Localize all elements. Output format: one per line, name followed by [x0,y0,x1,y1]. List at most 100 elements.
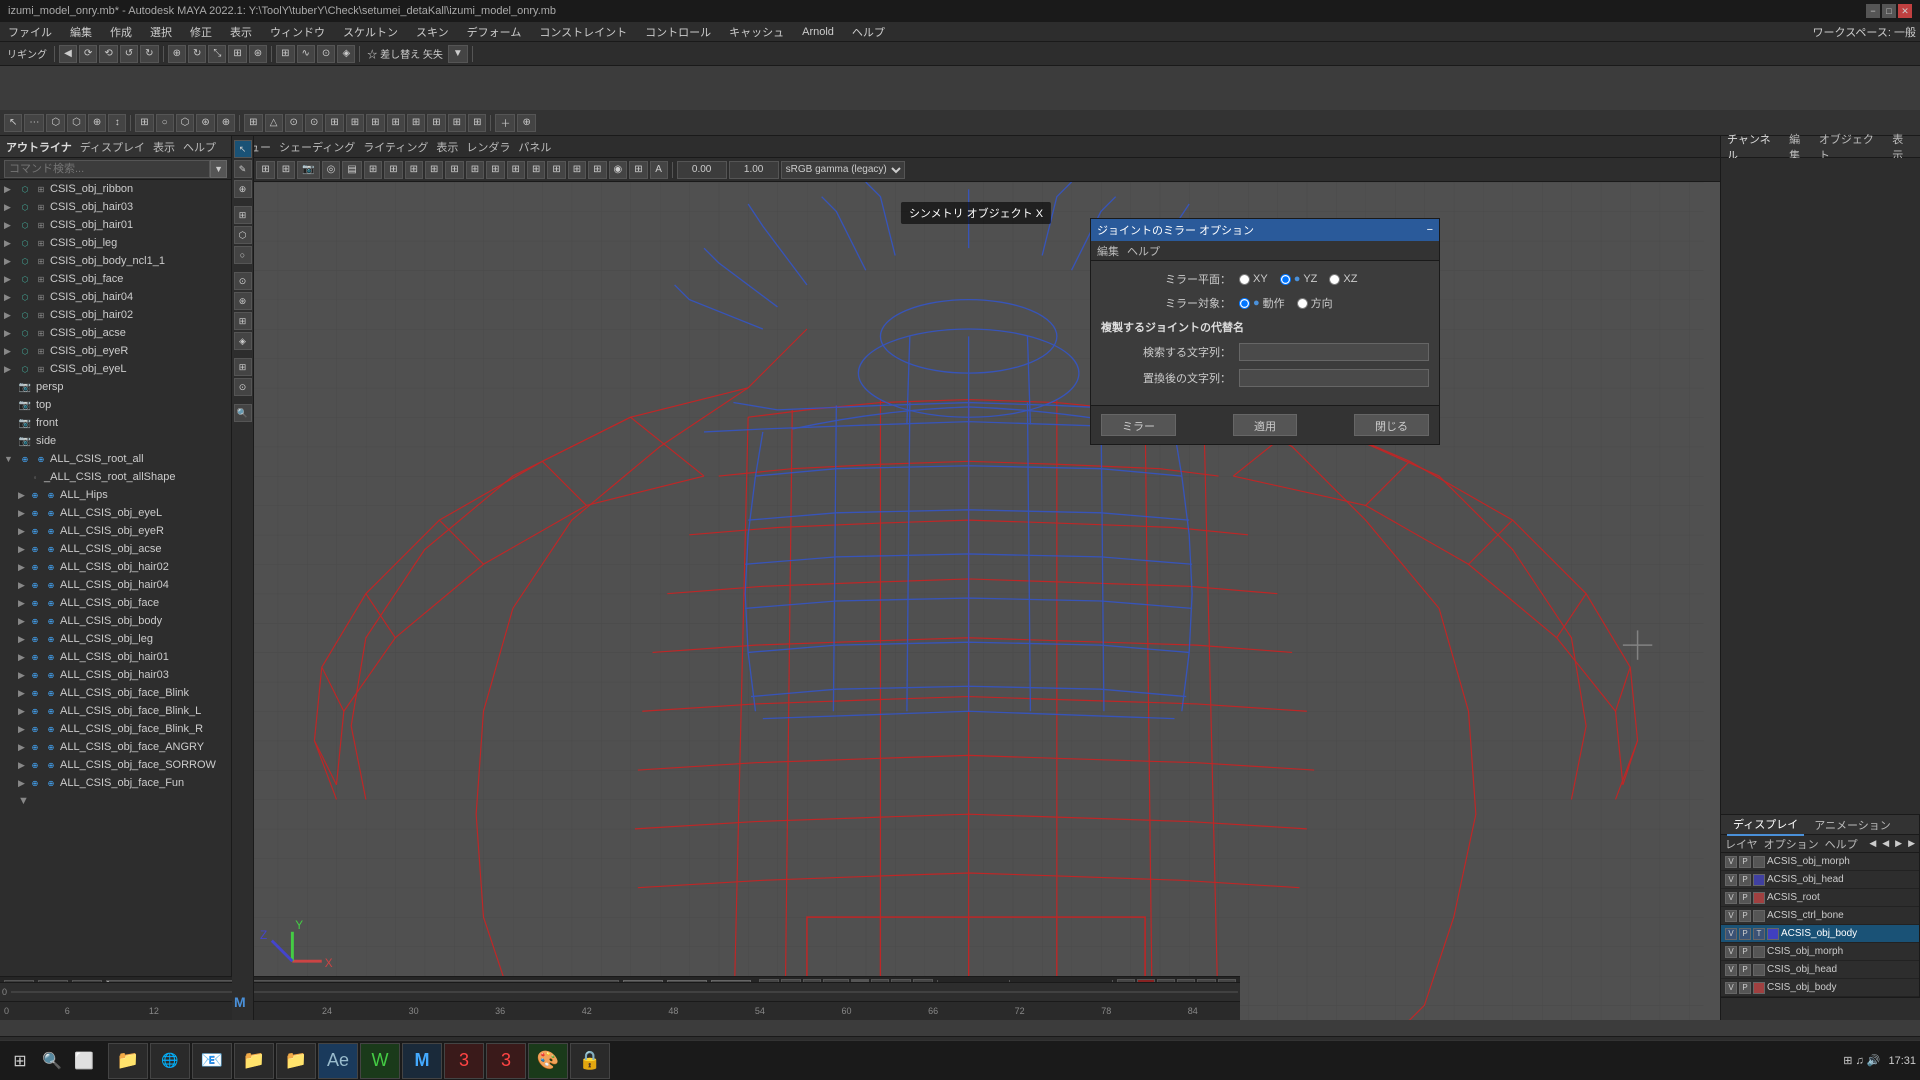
tree-item-face-angry[interactable]: ▶ ⊕ ⊕ ALL_CSIS_obj_face_ANGRY [0,738,231,756]
radio-xy-input[interactable] [1239,274,1250,285]
viewport-canvas[interactable]: X Y Z シンメトリ オブジェクト X front -Z [232,182,1720,1020]
menu-edit[interactable]: 編集 [66,22,96,42]
radio-xz-input[interactable] [1329,274,1340,285]
maximize-button[interactable]: □ [1882,4,1896,18]
search-string-input[interactable] [1239,343,1429,361]
vp-tb-11[interactable]: ⊞ [466,161,484,179]
camera-value-input[interactable] [677,161,727,179]
anim-tab-animation[interactable]: アニメーション [1808,815,1897,835]
tool-4[interactable]: ⊕ [88,114,106,132]
tb-btn-manip[interactable]: ⊛ [249,45,267,63]
tool-poly1[interactable]: ⊞ [135,114,153,132]
vp-tb-9[interactable]: ⊞ [425,161,443,179]
layer-v-btn[interactable]: V [1725,874,1737,886]
tb-btn-transform[interactable]: ⊞ [228,45,246,63]
tree-item-face-blink-l[interactable]: ▶ ⊕ ⊕ ALL_CSIS_obj_face_Blink_L [0,702,231,720]
layer-p-btn[interactable]: P [1739,856,1751,868]
tb-btn-rotate[interactable]: ↻ [188,45,206,63]
tb-snap-surface[interactable]: ◈ [337,45,355,63]
vp-menu-display[interactable]: 表示 [436,139,458,155]
tool-11b[interactable]: ⊞ [234,358,252,376]
tb-btn-5[interactable]: ↻ [140,45,158,63]
tool-rig4[interactable]: ⊙ [305,114,323,132]
tool-9b[interactable]: ⊞ [234,312,252,330]
app-clip[interactable]: 🎨 [528,1043,568,1079]
app-folder1[interactable]: 📁 [234,1043,274,1079]
dialog-menu-help[interactable]: ヘルプ [1127,243,1160,259]
tool-rig3[interactable]: ⊙ [285,114,303,132]
vp-tb-2[interactable]: ⊞ [256,161,274,179]
tree-item-hair03[interactable]: ▶ ⬡ ⊞ CSIS_obj_hair03 [0,198,231,216]
tree-item-side[interactable]: ▶ 📷 side [0,432,231,450]
tree-item-hips[interactable]: ▶ ⊕ ⊕ ALL_Hips [0,486,231,504]
tool-10b[interactable]: ◈ [234,332,252,350]
vp-tb-10[interactable]: ⊞ [445,161,463,179]
tool-plus1[interactable]: ＋ [495,114,515,132]
mirror-button[interactable]: ミラー [1101,414,1176,436]
vp-tb-7[interactable]: ⊞ [384,161,402,179]
app-explorer[interactable]: 📁 [108,1043,148,1079]
app-lock[interactable]: 🔒 [570,1043,610,1079]
layer-v-btn[interactable]: V [1725,946,1737,958]
radio-xz[interactable]: XZ [1329,273,1357,285]
color-profile-select[interactable]: sRGB gamma (legacy) [781,161,905,179]
outliner-search-dropdown[interactable]: ▼ [210,160,227,178]
tool-poly4[interactable]: ⊛ [196,114,214,132]
minimize-button[interactable]: − [1866,4,1880,18]
layer-v-btn[interactable]: V [1725,928,1737,940]
tool-poly3[interactable]: ⬡ [176,114,195,132]
menu-constraint[interactable]: コンストレイント [535,22,631,42]
tree-item-leg[interactable]: ▶ ⬡ ⊞ CSIS_obj_leg [0,234,231,252]
tree-item-all-acse[interactable]: ▶ ⊕ ⊕ ALL_CSIS_obj_acse [0,540,231,558]
tree-item-root-all[interactable]: ▼ ⊕ ⊕ ALL_CSIS_root_all [0,450,231,468]
menu-file[interactable]: ファイル [4,22,56,42]
app-chrome[interactable]: 🌐 [150,1043,190,1079]
menu-display[interactable]: 表示 [226,22,256,42]
tree-item-face-sorrow[interactable]: ▶ ⊕ ⊕ ALL_CSIS_obj_face_SORROW [0,756,231,774]
tool-poly5[interactable]: ⊕ [217,114,235,132]
tree-item-root-allshape[interactable]: ▶ ◦ _ALL_CSIS_root_allShape [0,468,231,486]
tool-rig2[interactable]: △ [265,114,283,132]
menu-cache[interactable]: キャッシュ [725,22,788,42]
tb-snap-curve[interactable]: ∿ [297,45,315,63]
vp-tb-camera[interactable]: 📷 [297,161,319,179]
vp-tb-17[interactable]: ⊞ [588,161,606,179]
tree-item-body-ncl[interactable]: ▶ ⬡ ⊞ CSIS_obj_body_ncl1_1 [0,252,231,270]
tree-item-all-leg[interactable]: ▶ ⊕ ⊕ ALL_CSIS_obj_leg [0,630,231,648]
menu-arnold[interactable]: Arnold [798,24,838,40]
tree-item-face-blink[interactable]: ▶ ⊕ ⊕ ALL_CSIS_obj_face_Blink [0,684,231,702]
vp-tb-16[interactable]: ⊞ [568,161,586,179]
vp-tb-13[interactable]: ⊞ [507,161,525,179]
tb-btn-4[interactable]: ↺ [120,45,138,63]
tool-rig7[interactable]: ⊞ [366,114,384,132]
app-3ds2[interactable]: 3 [486,1043,526,1079]
task-view-button[interactable]: ⬜ [68,1045,100,1077]
layer-p-btn[interactable]: P [1739,982,1751,994]
tree-item-face[interactable]: ▶ ⬡ ⊞ CSIS_obj_face [0,270,231,288]
tree-item-all-eyeR[interactable]: ▶ ⊕ ⊕ ALL_CSIS_obj_eyeR [0,522,231,540]
vp-tb-4[interactable]: ◎ [322,161,341,179]
menu-window[interactable]: ウィンドウ [266,22,329,42]
app-folder2[interactable]: 📁 [276,1043,316,1079]
tool-paint[interactable]: ⬡ [46,114,65,132]
menu-create[interactable]: 作成 [106,22,136,42]
tb-snap-point[interactable]: ⊙ [317,45,335,63]
layer-p-btn[interactable]: P [1739,964,1751,976]
menu-select[interactable]: 選択 [146,22,176,42]
tb-btn-2[interactable]: ⟳ [79,45,97,63]
vp-menu-lighting[interactable]: ライティング [363,139,428,155]
vp-tb-14[interactable]: ⊞ [527,161,545,179]
tree-item-all-eyeL[interactable]: ▶ ⊕ ⊕ ALL_CSIS_obj_eyeL [0,504,231,522]
layer-v-btn[interactable]: V [1725,910,1737,922]
tool-12b[interactable]: ⊙ [234,378,252,396]
menu-skin[interactable]: スキン [412,22,453,42]
vp-menu-panel[interactable]: パネル [518,139,551,155]
radio-behavior-input[interactable] [1239,298,1250,309]
tree-item-face-blink-r[interactable]: ▶ ⊕ ⊕ ALL_CSIS_obj_face_Blink_R [0,720,231,738]
radio-yz-input[interactable] [1280,274,1291,285]
tool-4b[interactable]: ⊞ [234,206,252,224]
radio-behavior[interactable]: ● 動作 [1239,295,1285,311]
tree-item-hair01[interactable]: ▶ ⬡ ⊞ CSIS_obj_hair01 [0,216,231,234]
ap-arrow-right2[interactable]: ▶ [1908,838,1915,849]
vp-tb-5[interactable]: ▤ [342,161,361,179]
